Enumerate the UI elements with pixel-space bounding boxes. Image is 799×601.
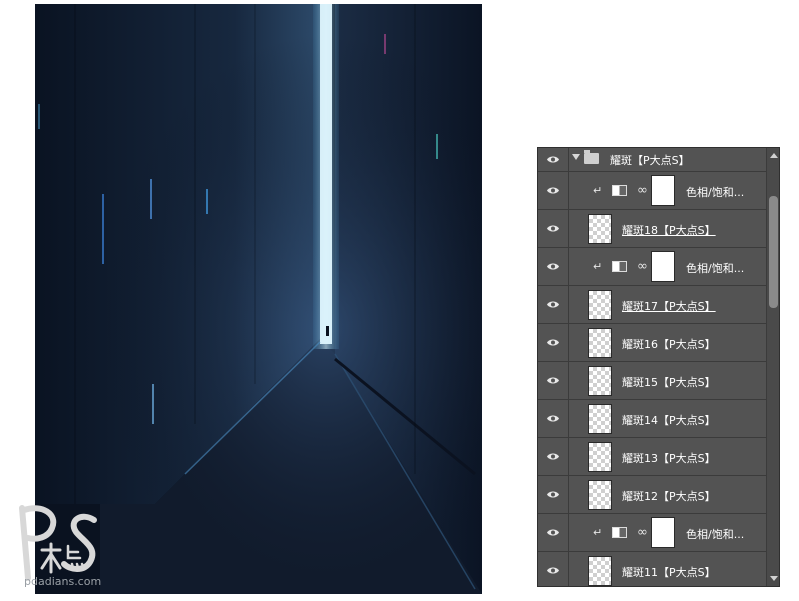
layer-thumbnail[interactable]: [588, 556, 612, 586]
layer-mask-thumbnail[interactable]: [651, 175, 675, 206]
adjustment-layer-row[interactable]: ↵ ∞ 色相/饱和...: [538, 248, 767, 286]
visibility-toggle[interactable]: [538, 476, 569, 513]
eye-icon: [547, 453, 559, 460]
folder-icon: [584, 150, 599, 164]
expand-arrow-icon[interactable]: [572, 154, 580, 160]
watermark-site-text: pdadians.com: [24, 575, 102, 588]
layer-row[interactable]: 耀斑18【P大点S】: [538, 210, 767, 248]
layer-name: 色相/饱和...: [686, 528, 745, 541]
scroll-up-arrow-icon[interactable]: [770, 153, 778, 158]
eye-icon: [547, 415, 559, 422]
layer-row[interactable]: 耀斑17【P大点S】: [538, 286, 767, 324]
layer-thumbnail[interactable]: [588, 328, 612, 358]
visibility-toggle[interactable]: [538, 210, 569, 247]
layer-name: 耀斑18【P大点S】: [622, 224, 716, 237]
eye-icon: [547, 567, 559, 574]
eye-icon: [547, 529, 559, 536]
layer-name: 耀斑12【P大点S】: [622, 490, 716, 503]
layer-thumbnail[interactable]: [588, 290, 612, 320]
group-name: 耀斑【P大点S】: [610, 154, 690, 167]
layer-thumbnail[interactable]: [588, 214, 612, 244]
link-chain-icon[interactable]: ∞: [637, 259, 648, 274]
layer-thumbnail[interactable]: [588, 442, 612, 472]
link-chain-icon[interactable]: ∞: [637, 183, 648, 198]
layer-row[interactable]: 耀斑16【P大点S】: [538, 324, 767, 362]
eye-icon: [547, 301, 559, 308]
layer-row[interactable]: 耀斑14【P大点S】: [538, 400, 767, 438]
eye-icon: [547, 377, 559, 384]
layer-name: 耀斑11【P大点S】: [622, 566, 716, 579]
layers-scrollbar[interactable]: [766, 148, 779, 586]
adjustment-layer-row[interactable]: ↵ ∞ 色相/饱和...: [538, 514, 767, 552]
layer-row[interactable]: 耀斑11【P大点S】: [538, 552, 767, 586]
clipping-arrow-icon: ↵: [593, 526, 603, 539]
clipping-arrow-icon: ↵: [593, 260, 603, 273]
layer-name: 色相/饱和...: [686, 262, 745, 275]
visibility-toggle[interactable]: [538, 438, 569, 475]
visibility-toggle[interactable]: [538, 324, 569, 361]
visibility-toggle[interactable]: [538, 514, 569, 551]
hue-saturation-icon: [612, 261, 627, 272]
layer-name: 色相/饱和...: [686, 186, 745, 199]
eye-icon: [547, 263, 559, 270]
layers-list: 耀斑【P大点S】 ↵ ∞ 色相/饱和... 耀斑18【P大点S】 ↵ ∞ 色相/饱和... 耀…: [538, 148, 767, 586]
layer-name: 耀斑13【P大点S】: [622, 452, 716, 465]
layer-name: 耀斑16【P大点S】: [622, 338, 716, 351]
scroll-down-arrow-icon[interactable]: [770, 576, 778, 581]
hue-saturation-icon: [612, 185, 627, 196]
layer-name: 耀斑14【P大点S】: [622, 414, 716, 427]
visibility-toggle[interactable]: [538, 172, 569, 209]
visibility-toggle[interactable]: [538, 248, 569, 285]
eye-icon: [547, 225, 559, 232]
visibility-toggle[interactable]: [538, 286, 569, 323]
visibility-toggle[interactable]: [538, 552, 569, 586]
eye-icon: [547, 156, 559, 163]
layer-thumbnail[interactable]: [588, 366, 612, 396]
layer-mask-thumbnail[interactable]: [651, 251, 675, 282]
visibility-toggle[interactable]: [538, 362, 569, 399]
layer-group-row[interactable]: 耀斑【P大点S】: [538, 148, 767, 172]
layer-row[interactable]: 耀斑13【P大点S】: [538, 438, 767, 476]
layer-name: 耀斑15【P大点S】: [622, 376, 716, 389]
eye-icon: [547, 339, 559, 346]
layer-name: 耀斑17【P大点S】: [622, 300, 716, 313]
layers-panel: 耀斑【P大点S】 ↵ ∞ 色相/饱和... 耀斑18【P大点S】 ↵ ∞ 色相/饱和... 耀…: [537, 147, 780, 587]
eye-icon: [547, 187, 559, 194]
layer-row[interactable]: 耀斑12【P大点S】: [538, 476, 767, 514]
visibility-toggle[interactable]: [538, 148, 569, 171]
scroll-thumb[interactable]: [769, 196, 778, 308]
layer-thumbnail[interactable]: [588, 404, 612, 434]
link-chain-icon[interactable]: ∞: [637, 525, 648, 540]
layer-mask-thumbnail[interactable]: [651, 517, 675, 548]
adjustment-layer-row[interactable]: ↵ ∞ 色相/饱和...: [538, 172, 767, 210]
layer-thumbnail[interactable]: [588, 480, 612, 510]
layer-row[interactable]: 耀斑15【P大点S】: [538, 362, 767, 400]
visibility-toggle[interactable]: [538, 400, 569, 437]
eye-icon: [547, 491, 559, 498]
hue-saturation-icon: [612, 527, 627, 538]
clipping-arrow-icon: ↵: [593, 184, 603, 197]
